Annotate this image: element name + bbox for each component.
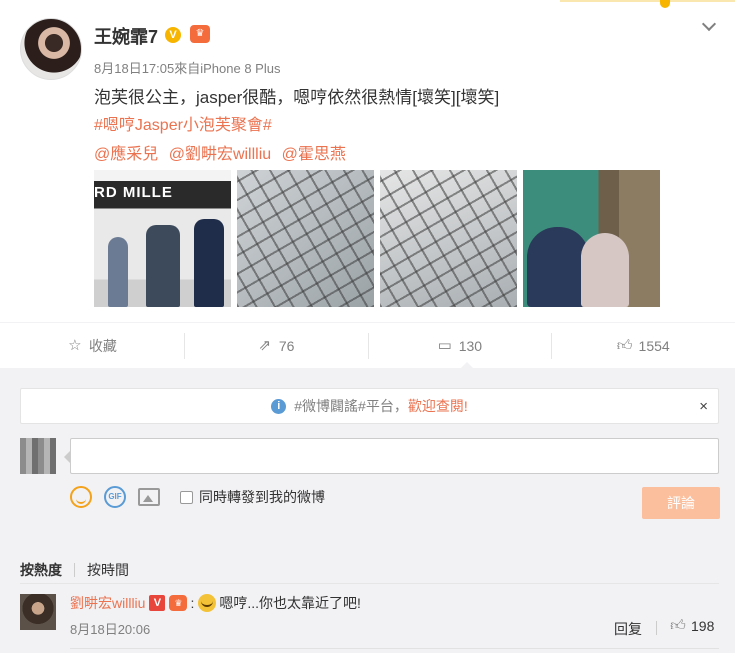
comment-time: 8月18日20:06 xyxy=(70,622,151,637)
notice-link[interactable]: 歡迎查閱! xyxy=(408,396,468,416)
repost-count: 76 xyxy=(278,337,295,354)
sort-by-time[interactable]: 按時間 xyxy=(87,560,129,580)
favorite-button[interactable]: ☆ 收藏 xyxy=(0,323,184,368)
commenter-name[interactable]: 劉畊宏willliu xyxy=(70,593,145,613)
favorite-label: 收藏 xyxy=(88,337,117,354)
weibo-post: 王婉霏7 V ♛ 8月18日17:05來自iPhone 8 Plus 泡芙很公主… xyxy=(0,0,735,322)
mention-link[interactable]: @應采兒 xyxy=(94,146,158,163)
gif-icon[interactable]: GIF xyxy=(104,486,126,508)
decorative-line xyxy=(560,0,735,10)
mentions: @應采兒 @劉畊宏willliu @霍思燕 xyxy=(94,140,352,164)
member-badge-icon[interactable]: ♛ xyxy=(169,595,188,611)
photo-net-pattern xyxy=(380,170,517,307)
comment-icon: ▭ xyxy=(437,336,452,354)
sort-separator xyxy=(74,563,75,577)
verified-icon: V xyxy=(165,27,181,43)
reply-button[interactable]: 回复 xyxy=(614,619,642,639)
post-photo-3[interactable] xyxy=(380,170,517,307)
thumbs-up-icon: 👍︎ xyxy=(616,336,633,354)
post-photo-1[interactable]: RD MILLE xyxy=(94,170,231,307)
emoji-icon[interactable] xyxy=(70,486,92,508)
mention-link[interactable]: @霍思燕 xyxy=(282,146,346,163)
divider xyxy=(70,648,719,649)
photo-net-pattern xyxy=(237,170,374,307)
post-source: 來自iPhone 8 Plus xyxy=(174,61,281,76)
checkbox-box[interactable] xyxy=(180,490,193,504)
post-action-bar: ☆ 收藏 ⇗ 76 ▭ 130 👍︎ 1554 xyxy=(0,322,735,369)
thumbs-up-icon: 👍︎ xyxy=(670,617,686,634)
star-icon: ☆ xyxy=(68,336,82,354)
comment-item: 劉畊宏willliu V ♛ : 嗯哼...你也太靠近了吧! xyxy=(70,593,361,613)
chevron-down-icon[interactable] xyxy=(701,18,719,32)
topic-link[interactable]: #嗯哼Jasper小泡芙聚會# xyxy=(94,111,272,135)
like-count: 1554 xyxy=(638,337,670,354)
current-user-avatar xyxy=(20,438,56,474)
sort-by-hot[interactable]: 按熱度 xyxy=(20,560,62,580)
comment-like-button[interactable]: 👍︎ 198 xyxy=(670,617,715,635)
photo-figure xyxy=(527,227,589,307)
mention-link[interactable]: @劉畊宏willliu xyxy=(169,146,271,163)
commenter-avatar[interactable] xyxy=(20,594,56,630)
submit-comment-button[interactable]: 評論 xyxy=(642,487,720,519)
post-meta: 8月18日17:05來自iPhone 8 Plus xyxy=(94,58,280,77)
comment-sort: 按熱度 按時間 xyxy=(20,560,129,580)
close-icon[interactable]: × xyxy=(699,398,708,415)
rumor-notice-bar: i #微博闢謠#平台， 歡迎查閱! × xyxy=(20,388,719,424)
photo-figure xyxy=(194,219,224,307)
notice-text: #微博闢謠#平台， xyxy=(294,398,408,414)
member-badge-icon[interactable]: ♛ xyxy=(190,25,210,43)
comment-colon: : xyxy=(190,595,195,611)
repost-button[interactable]: ⇗ 76 xyxy=(183,323,368,368)
share-icon: ⇗ xyxy=(258,336,272,354)
photo-figure xyxy=(108,237,128,307)
photo-figure xyxy=(581,233,629,307)
post-date[interactable]: 8月18日17:05 xyxy=(94,61,174,76)
composer-toolbar: GIF 同時轉發到我的微博 xyxy=(70,486,325,508)
divider xyxy=(20,583,719,584)
photo-grid: RD MILLE xyxy=(94,170,660,307)
comment-panel: i #微博闢謠#平台， 歡迎查閱! × GIF 同時轉發到我的微博 評論 按熱度 … xyxy=(0,368,735,653)
repost-checkbox-label: 同時轉發到我的微博 xyxy=(199,489,325,505)
repost-checkbox[interactable]: 同時轉發到我的微博 xyxy=(180,487,325,507)
comment-count: 130 xyxy=(458,337,483,354)
image-icon[interactable] xyxy=(138,488,160,506)
comment-like-count: 198 xyxy=(691,618,715,634)
author-name[interactable]: 王婉霏7 xyxy=(94,23,158,49)
divider xyxy=(656,621,657,635)
laugh-emoji-icon xyxy=(198,594,217,612)
author-avatar[interactable] xyxy=(20,18,82,80)
post-photo-2[interactable] xyxy=(237,170,374,307)
comment-text: 嗯哼...你也太靠近了吧! xyxy=(219,595,361,611)
comment-input[interactable] xyxy=(64,438,719,474)
photo-figure xyxy=(146,225,180,307)
verified-icon: V xyxy=(149,595,166,611)
like-button[interactable]: 👍︎ 1554 xyxy=(551,323,735,368)
info-icon: i xyxy=(271,398,287,414)
post-photo-4[interactable] xyxy=(523,170,660,307)
post-text: 泡芙很公主，jasper很酷，嗯哼依然很熱情[壞笑][壞笑] xyxy=(94,88,500,107)
photo-sign-text: RD MILLE xyxy=(94,184,173,201)
